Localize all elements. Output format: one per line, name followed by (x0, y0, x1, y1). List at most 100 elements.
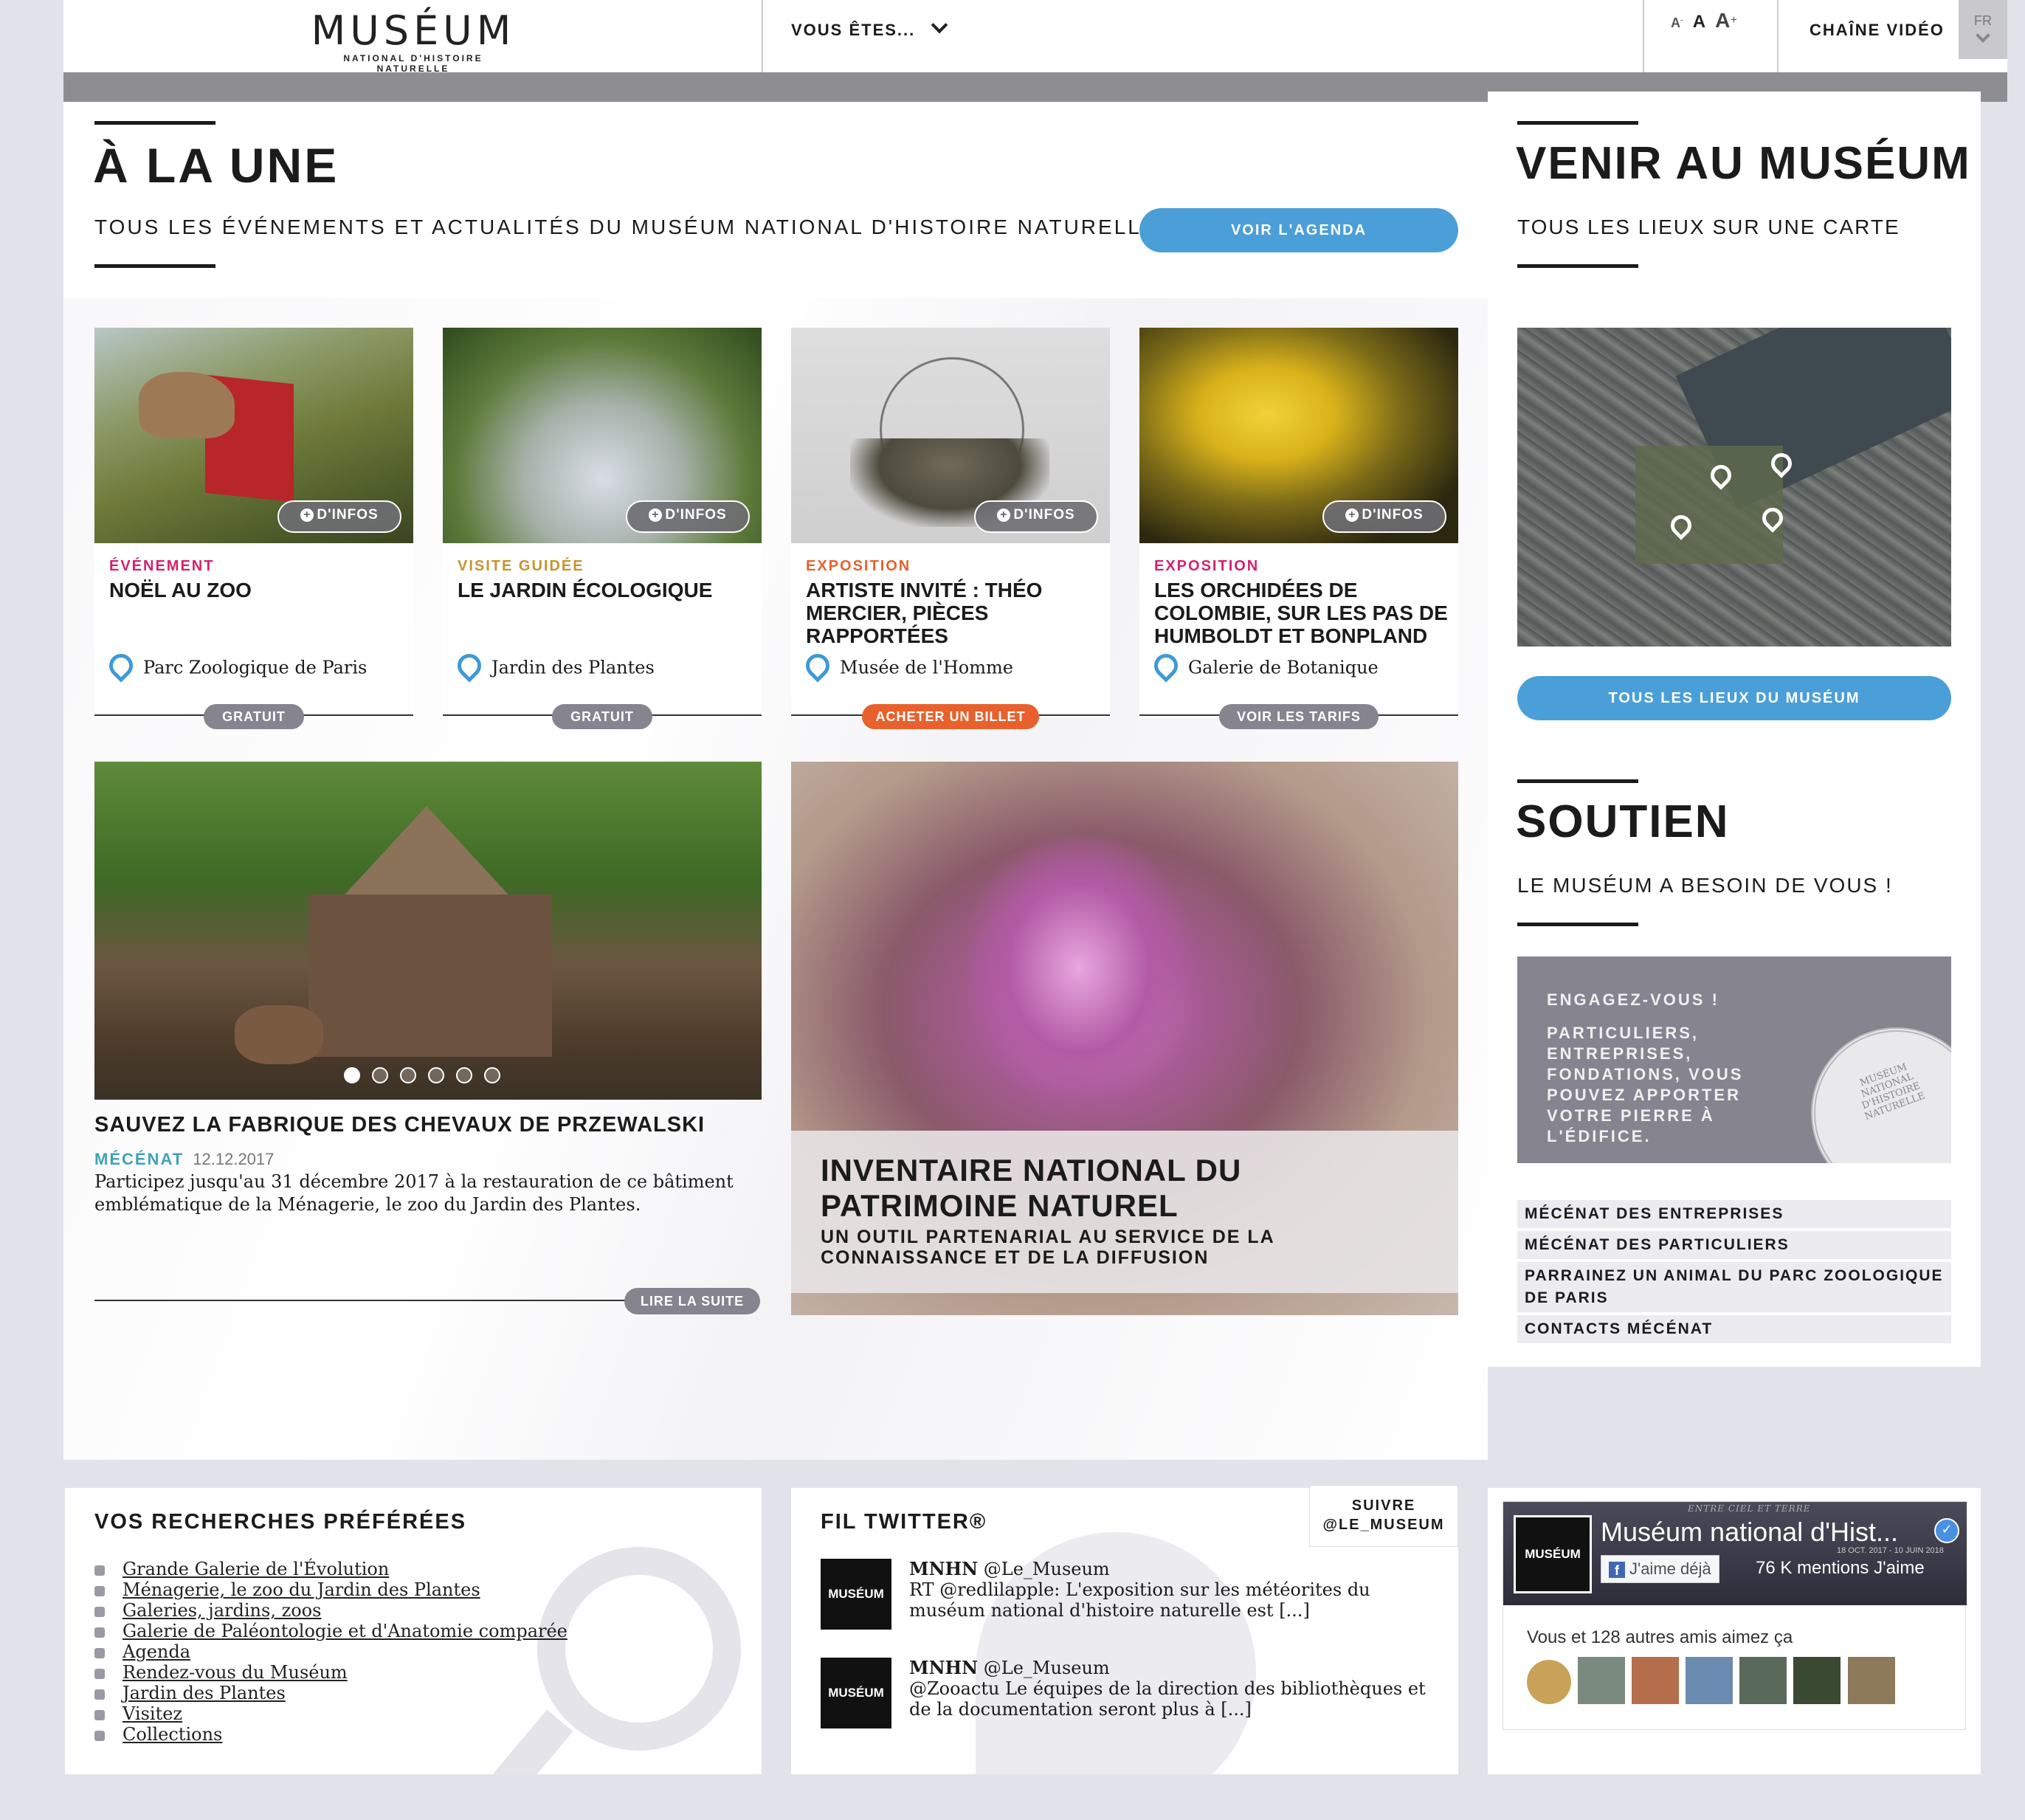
event-title: ARTISTE INVITÉ : THÉO MERCIER, PIÈCES RA… (806, 579, 1043, 647)
carousel-dot[interactable] (344, 1067, 360, 1083)
friend-avatar[interactable] (1578, 1657, 1626, 1704)
event-title: LES ORCHIDÉES DE COLOMBIE, SUR LES PAS D… (1154, 579, 1448, 647)
event-card[interactable]: + D'INFOS EXPOSITION ARTISTE INVITÉ : THÉ… (791, 328, 1110, 729)
event-action-button[interactable]: GRATUIT (204, 704, 304, 729)
recherche-item[interactable]: Agenda (94, 1641, 568, 1662)
venir-rule-top (1517, 121, 1638, 125)
vous-etes-menu[interactable]: VOUS ÊTES... (791, 16, 948, 50)
event-category: EXPOSITION (806, 558, 911, 574)
soutien-subtitle: LE MUSÉUM A BESOIN DE VOUS ! (1517, 874, 1893, 897)
event-card[interactable]: + D'INFOS EXPOSITION LES ORCHIDÉES DE COL… (1139, 328, 1458, 729)
infos-button[interactable]: + D'INFOS (626, 500, 750, 533)
carousel-dot[interactable] (372, 1067, 388, 1083)
recherche-item[interactable]: Visitez (94, 1703, 568, 1724)
carousel-dot[interactable] (400, 1067, 416, 1083)
recherche-link[interactable]: Visitez (123, 1703, 182, 1724)
museum-map[interactable] (1517, 328, 1951, 647)
tweet-handle[interactable]: @Le_Museum (984, 1559, 1110, 1579)
tous-les-lieux-button[interactable]: TOUS LES LIEUX DU MUSÉUM (1517, 676, 1951, 720)
font-decrease-button[interactable]: A (1671, 15, 1680, 30)
tweet-name: MNHN (909, 1558, 979, 1579)
recherche-item[interactable]: Galeries, jardins, zoos (94, 1600, 568, 1621)
lang-label: FR (1974, 13, 1992, 28)
friend-avatar[interactable] (1793, 1657, 1841, 1704)
recherche-link[interactable]: Agenda (123, 1641, 190, 1662)
infos-button[interactable]: + D'INFOS (277, 500, 401, 533)
recherche-item[interactable]: Rendez-vous du Muséum (94, 1662, 568, 1683)
recherche-link[interactable]: Ménagerie, le zoo du Jardin des Plantes (123, 1579, 480, 1600)
site-logo[interactable]: MUSÉUM NATIONAL D'HISTOIRE NATURELLE (310, 9, 517, 75)
facebook-like-button[interactable]: f J'aime déjà (1601, 1555, 1719, 1583)
facebook-widget[interactable]: ENTRE CIEL ET TERRE 18 OCT. 2017 - 10 JU… (1503, 1501, 1967, 1730)
event-location-label: Musée de l'Homme (840, 657, 1013, 678)
event-action-button[interactable]: ACHETER UN BILLET (862, 704, 1039, 729)
tweet[interactable]: MUSÉUM MNHN @Le_Museum @Zooactu Le équip… (821, 1658, 1441, 1739)
lang-switcher[interactable]: FR (1959, 0, 2007, 59)
recherche-item[interactable]: Collections (94, 1724, 568, 1745)
event-location-label: Parc Zoologique de Paris (143, 657, 368, 678)
soutien-link[interactable]: MÉCÉNAT DES PARTICULIERS (1517, 1231, 1951, 1259)
recherche-item[interactable]: Grande Galerie de l'Évolution (94, 1559, 568, 1579)
tweet[interactable]: MUSÉUM MNHN @Le_Museum RT @redlilapple: … (821, 1559, 1441, 1640)
recherche-link[interactable]: Galeries, jardins, zoos (123, 1600, 321, 1621)
recherche-item[interactable]: Ménagerie, le zoo du Jardin des Plantes (94, 1579, 568, 1600)
recherche-item[interactable]: Galerie de Paléontologie et d'Anatomie c… (94, 1621, 568, 1641)
lire-la-suite-button[interactable]: LIRE LA SUITE (624, 1288, 760, 1314)
event-location: Galerie de Botanique (1149, 649, 1379, 683)
infos-button[interactable]: + D'INFOS (1322, 500, 1446, 533)
soutien-rule-bottom (1517, 923, 1638, 926)
recherche-item[interactable]: Jardin des Plantes (94, 1683, 568, 1703)
friend-avatar[interactable] (1739, 1657, 1787, 1704)
feature-carousel-image[interactable] (94, 762, 762, 1100)
soutien-title: SOUTIEN (1516, 796, 1730, 847)
header-divider-1 (762, 0, 763, 72)
recherche-link[interactable]: Jardin des Plantes (123, 1683, 286, 1703)
friend-avatar[interactable] (1686, 1657, 1734, 1704)
header-divider-2 (1643, 0, 1644, 72)
event-card[interactable]: + D'INFOS VISITE GUIDÉE LE JARDIN ÉCOLOGI… (443, 328, 762, 729)
chaine-video-link[interactable]: CHAÎNE VIDÉO (1810, 21, 1945, 40)
plus-circle-icon: + (997, 508, 1011, 522)
feature-title[interactable]: SAUVEZ LA FABRIQUE DES CHEVAUX DE PRZEWA… (94, 1113, 705, 1137)
feature-rule (94, 1300, 655, 1301)
soutien-link[interactable]: PARRAINEZ UN ANIMAL DU PARC ZOOLOGIQUE D… (1517, 1262, 1951, 1312)
carousel-dots (344, 1067, 512, 1086)
tweet-text: @Zooactu Le équipes de la direction des … (909, 1678, 1426, 1720)
venir-rule-bottom (1517, 264, 1638, 268)
carousel-dot[interactable] (428, 1067, 444, 1083)
tweet-handle[interactable]: @Le_Museum (984, 1658, 1110, 1678)
font-size-controls: A- A A+ (1671, 9, 1738, 32)
event-action-button[interactable]: VOIR LES TARIFS (1219, 704, 1379, 729)
font-normal-button[interactable]: A (1693, 12, 1705, 32)
friend-avatar[interactable] (1527, 1660, 1571, 1704)
twitter-title: FIL TWITTER® (821, 1510, 987, 1534)
tweet-avatar: MUSÉUM (821, 1559, 891, 1630)
friend-avatar[interactable] (1847, 1657, 1895, 1704)
bullet-icon (94, 1585, 105, 1596)
bullet-icon (94, 1647, 105, 1658)
recherche-link[interactable]: Rendez-vous du Muséum (123, 1662, 348, 1683)
soutien-links: MÉCÉNAT DES ENTREPRISES MÉCÉNAT DES PART… (1517, 1200, 1951, 1346)
venir-subtitle: TOUS LES LIEUX SUR UNE CARTE (1517, 216, 1900, 238)
twitter-follow-button[interactable]: SUIVRE @LE_MUSEUM (1309, 1485, 1458, 1547)
voir-agenda-button[interactable]: VOIR L'AGENDA (1139, 208, 1458, 252)
infos-button[interactable]: + D'INFOS (974, 500, 1098, 533)
event-title: LE JARDIN ÉCOLOGIQUE (458, 579, 713, 602)
infos-label: D'INFOS (1013, 507, 1075, 523)
friend-avatar[interactable] (1632, 1657, 1680, 1704)
event-card[interactable]: + D'INFOS ÉVÉNEMENT NOËL AU ZOO Parc Zool… (94, 328, 413, 729)
tweet-name: MNHN (909, 1657, 979, 1678)
carousel-dot[interactable] (484, 1067, 500, 1083)
recherche-link[interactable]: Galerie de Paléontologie et d'Anatomie c… (123, 1621, 568, 1641)
carousel-dot[interactable] (456, 1067, 472, 1083)
recherche-link[interactable]: Collections (123, 1724, 222, 1745)
font-increase-button[interactable]: A (1715, 9, 1730, 32)
facebook-page-name[interactable]: Muséum national d'Hist... (1601, 1517, 1898, 1548)
bullet-icon (94, 1627, 105, 1638)
engagez-banner[interactable]: ENGAGEZ-VOUS ! PARTICULIERS, ENTREPRISES… (1517, 956, 1951, 1163)
soutien-link[interactable]: CONTACTS MÉCÉNAT (1517, 1315, 1951, 1343)
soutien-link[interactable]: MÉCÉNAT DES ENTREPRISES (1517, 1200, 1951, 1228)
museum-seal-image: MUSÉUM NATIONAL D'HISTOIRE NATURELLE (1811, 1027, 1951, 1163)
event-action-button[interactable]: GRATUIT (552, 704, 652, 729)
recherche-link[interactable]: Grande Galerie de l'Évolution (123, 1559, 389, 1579)
